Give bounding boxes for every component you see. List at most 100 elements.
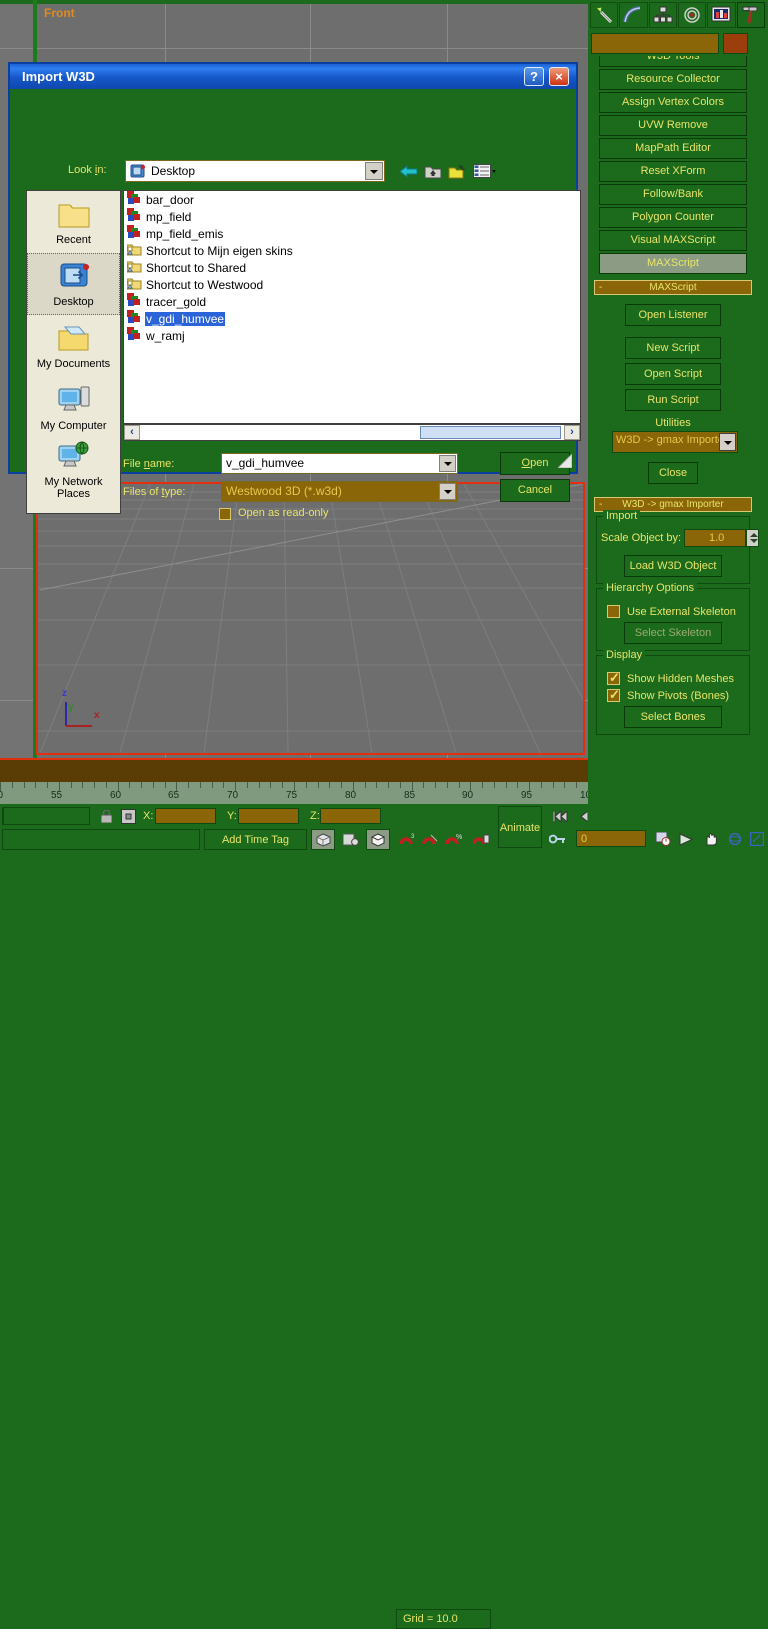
utility-button-mappath-editor[interactable]: MapPath Editor <box>599 138 747 159</box>
chevron-down-icon[interactable] <box>365 162 383 180</box>
show-hidden-meshes-row[interactable]: Show Hidden Meshes <box>607 670 745 686</box>
open-script-button[interactable]: Open Script <box>625 363 721 385</box>
utility-button-visual-maxscript[interactable]: Visual MAXScript <box>599 230 747 251</box>
views-icon[interactable] <box>470 161 500 181</box>
x-coordinate-field[interactable] <box>155 808 216 824</box>
scale-spinner[interactable] <box>746 529 760 547</box>
utility-button-resource-collector[interactable]: Resource Collector <box>599 69 747 90</box>
animate-button[interactable]: Animate <box>498 806 542 848</box>
display-tab[interactable] <box>707 2 736 28</box>
motion-tab[interactable] <box>677 2 707 28</box>
place-my-network-places[interactable]: My Network Places <box>27 439 120 501</box>
snap-toggle-icon[interactable]: 3 <box>396 829 418 850</box>
select-object-icon[interactable] <box>311 829 335 850</box>
utilities-tab[interactable] <box>736 2 765 28</box>
viewport-label-front[interactable]: Front <box>44 6 75 20</box>
chevron-down-icon[interactable] <box>719 433 736 451</box>
maxscript-rollout-header[interactable]: - MAXScript <box>594 280 752 295</box>
object-color-swatch[interactable] <box>723 33 748 54</box>
place-my-computer[interactable]: My Computer <box>27 377 120 439</box>
show-pivots-row[interactable]: Show Pivots (Bones) <box>607 687 745 703</box>
utility-button-uvw-remove[interactable]: UVW Remove <box>599 115 747 136</box>
place-recent[interactable]: Recent <box>27 191 120 253</box>
utility-button-w3d-tools[interactable]: W3D Tools <box>599 56 747 67</box>
show-pivots-checkbox[interactable] <box>607 687 620 703</box>
load-w3d-object-button[interactable]: Load W3D Object <box>624 555 722 577</box>
scrollbar-thumb[interactable] <box>420 426 561 439</box>
utility-button-follow-bank[interactable]: Follow/Bank <box>599 184 747 205</box>
importer-rollout-collapse-icon[interactable]: - <box>599 498 602 512</box>
file-list-item[interactable]: tracer_gold <box>124 293 580 310</box>
time-configuration-icon[interactable] <box>652 829 674 849</box>
file-list-item[interactable]: mp_field <box>124 208 580 225</box>
chevron-down-icon[interactable] <box>439 455 456 472</box>
current-frame-field[interactable]: 0 <box>576 830 646 847</box>
resize-grip[interactable] <box>556 452 573 469</box>
file-list-item[interactable]: mp_field_emis <box>124 225 580 242</box>
dialog-title-bar[interactable]: Import W3D ? × <box>10 64 576 89</box>
files-of-type-combo[interactable]: Westwood 3D (*.w3d) <box>221 481 458 502</box>
back-icon[interactable] <box>398 161 420 181</box>
track-bar[interactable] <box>0 758 588 782</box>
file-list-item[interactable]: Shortcut to Shared <box>124 259 580 276</box>
select-bones-button[interactable]: Select Bones <box>624 706 722 728</box>
arc-rotate-icon[interactable] <box>724 829 746 849</box>
read-only-checkbox[interactable] <box>219 508 231 520</box>
pan-hand-icon[interactable] <box>700 829 722 849</box>
select-skeleton-button[interactable]: Select Skeleton <box>624 622 722 644</box>
look-in-dropdown[interactable]: Desktop <box>125 160 385 182</box>
select-by-name-icon[interactable] <box>339 829 363 850</box>
hierarchy-tab[interactable] <box>648 2 677 28</box>
select-region-icon[interactable] <box>366 829 390 850</box>
spinner-snap-icon[interactable] <box>470 829 492 850</box>
show-hidden-meshes-checkbox[interactable] <box>607 670 620 686</box>
file-list-item[interactable]: w_ramj <box>124 327 580 344</box>
time-ruler[interactable]: 50 55 60 65 70 75 80 85 90 95 100 <box>0 782 588 804</box>
maxscript-mini-listener[interactable] <box>2 829 200 850</box>
lock-icon[interactable] <box>97 807 115 825</box>
run-script-button[interactable]: Run Script <box>625 389 721 411</box>
utility-button-polygon-counter[interactable]: Polygon Counter <box>599 207 747 228</box>
object-name-field[interactable] <box>591 33 719 54</box>
utility-button-reset-xform[interactable]: Reset XForm <box>599 161 747 182</box>
add-time-tag-button[interactable]: Add Time Tag <box>204 829 307 850</box>
angle-snap-icon[interactable] <box>419 829 441 850</box>
open-listener-button[interactable]: Open Listener <box>625 304 721 326</box>
cancel-button[interactable]: Cancel <box>500 479 570 502</box>
pan-region-icon[interactable] <box>676 829 698 849</box>
z-coordinate-field[interactable] <box>320 808 381 824</box>
close-icon[interactable]: × <box>549 67 569 86</box>
place-desktop[interactable]: Desktop <box>27 253 120 315</box>
use-external-skeleton-checkbox[interactable] <box>607 605 620 618</box>
maximize-viewport-icon[interactable] <box>746 829 768 849</box>
file-list-item[interactable]: bar_door <box>124 191 580 208</box>
up-one-level-icon[interactable] <box>422 161 444 181</box>
chevron-down-icon[interactable] <box>439 483 456 500</box>
file-list-item[interactable]: Shortcut to Westwood <box>124 276 580 293</box>
file-list[interactable]: bar_door mp_field mp_field_emis Shortcut to… <box>123 190 581 424</box>
scroll-left-icon[interactable]: ‹ <box>124 425 140 440</box>
y-coordinate-field[interactable] <box>238 808 299 824</box>
close-button[interactable]: Close <box>648 462 698 484</box>
file-list-horizontal-scrollbar[interactable]: ‹ › <box>123 424 581 441</box>
create-tab[interactable] <box>590 2 619 28</box>
key-mode-icon[interactable] <box>546 829 568 849</box>
file-list-item[interactable]: v_gdi_humvee <box>124 310 580 327</box>
modify-tab[interactable] <box>619 2 648 28</box>
go-to-start-icon[interactable] <box>550 806 572 826</box>
new-folder-icon[interactable] <box>446 161 468 181</box>
scale-object-field[interactable]: 1.0 <box>684 529 747 547</box>
selection-lock-icon[interactable] <box>119 807 137 825</box>
help-button[interactable]: ? <box>524 67 544 86</box>
place-my-documents[interactable]: My Documents <box>27 315 120 377</box>
utility-button-maxscript[interactable]: MAXScript <box>599 253 747 274</box>
file-name-combo[interactable]: v_gdi_humvee <box>221 453 458 474</box>
maxscript-rollout-collapse-icon[interactable]: - <box>599 281 602 295</box>
utility-button-assign-vertex-colors[interactable]: Assign Vertex Colors <box>599 92 747 113</box>
new-script-button[interactable]: New Script <box>625 337 721 359</box>
use-external-skeleton-row[interactable]: Use External Skeleton <box>607 605 745 618</box>
percent-snap-icon[interactable]: % <box>442 829 464 850</box>
scroll-right-icon[interactable]: › <box>564 425 580 440</box>
file-list-item[interactable]: Shortcut to Mijn eigen skins <box>124 242 580 259</box>
utilities-dropdown[interactable]: W3D -> gmax Importer <box>612 431 738 453</box>
